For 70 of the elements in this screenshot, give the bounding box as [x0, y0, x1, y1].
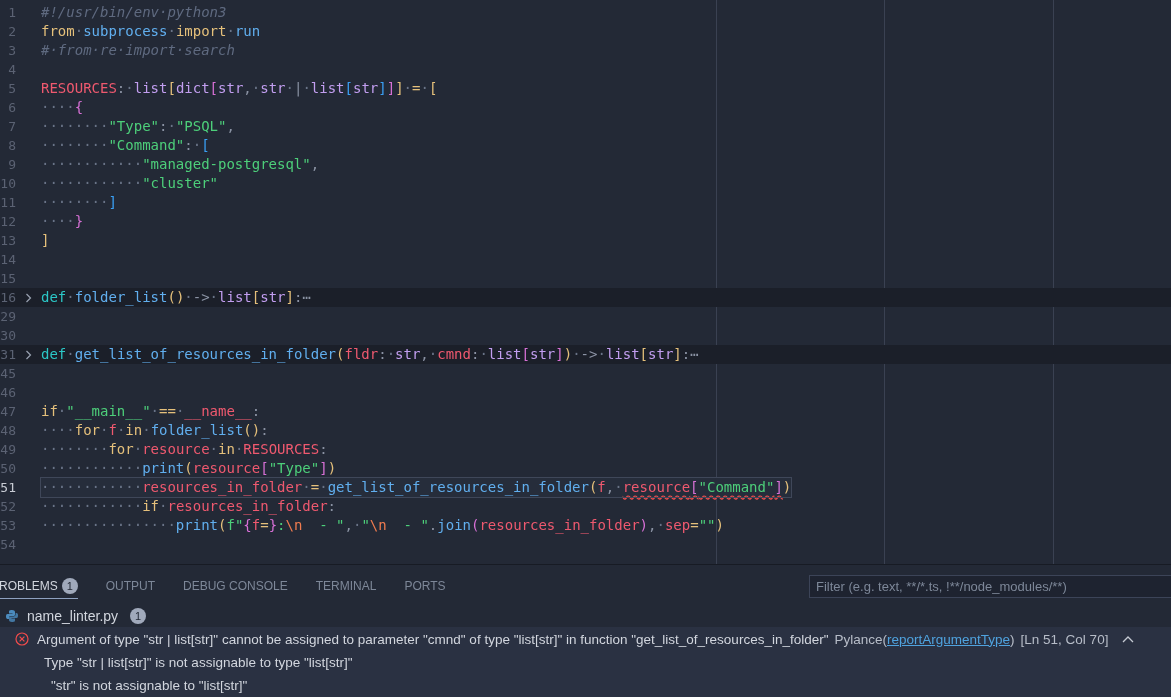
- line-number: 54: [0, 536, 16, 554]
- problem-detail: Type "str | list[str]" is not assignable to type "list[str]": [0, 651, 1171, 674]
- code-line: #!/usr/bin/env·python3: [41, 3, 227, 22]
- code-line: def·folder_list()·->·list[str]:⋯: [41, 288, 311, 307]
- line-number: 5: [7, 80, 16, 98]
- code-line: ········]: [41, 193, 117, 212]
- chevron-icon[interactable]: [25, 349, 32, 360]
- line-number: 49: [0, 441, 16, 459]
- code-line: ············"cluster": [41, 174, 218, 193]
- problem-location: [Ln 51, Col 70]: [1020, 631, 1109, 647]
- chevron-icon[interactable]: [25, 292, 32, 303]
- code-line: ········for·resource·in·RESOURCES:: [41, 440, 328, 459]
- line-number: 51: [0, 479, 16, 497]
- line-number: 50: [0, 460, 16, 478]
- line-number: 8: [7, 137, 16, 155]
- line-number: 48: [0, 422, 16, 440]
- code-line: def·get_list_of_resources_in_folder(fldr:·str,·cmnd:·list[str])·->·list[str]:⋯: [41, 345, 699, 364]
- line-number: 11: [0, 194, 16, 212]
- line-number: 12: [0, 213, 16, 231]
- code-line: ············if·resources_in_folder:: [41, 497, 337, 516]
- line-number: 52: [0, 498, 16, 516]
- line-number: 4: [7, 61, 16, 79]
- code-line: ········"Type":·"PSQL",: [41, 117, 235, 136]
- line-number: 13: [0, 232, 16, 250]
- code-line: RESOURCES:·list[dict[str,·str·|·list[str]]]·=·[: [41, 79, 438, 98]
- code-line: ················print(f"{f=}:\n - ",·"\n - ".join(resources_in_folder),·sep=""): [41, 516, 724, 535]
- line-number: 10: [0, 175, 16, 193]
- line-number: 30: [0, 327, 16, 345]
- code-line: ]: [41, 231, 50, 250]
- filter-field[interactable]: Filter (e.g. text, **/*.ts, !**/node_modules/**): [809, 574, 1171, 598]
- panel-tab[interactable]: PORTS: [404, 573, 446, 599]
- line-number: 2: [7, 23, 16, 41]
- panel-tab[interactable]: OUTPUT: [105, 573, 156, 599]
- code-line: from·subprocess·import·run: [41, 22, 261, 41]
- line-number: 7: [7, 118, 16, 136]
- line-number: 46: [0, 384, 16, 402]
- line-number: 14: [0, 251, 16, 269]
- code-line: if·"__main__"·==·__name__:: [41, 402, 261, 421]
- line-number: 15: [0, 270, 16, 288]
- problem-detail: "str" is not assignable to "list[str]": [0, 674, 1171, 697]
- paren: (: [882, 631, 887, 647]
- line-number: 1: [7, 4, 16, 22]
- code-line: ············"managed-postgresql",: [41, 155, 320, 174]
- line-number: 31: [0, 346, 16, 364]
- paren: ): [1010, 631, 1015, 647]
- line-number: 29: [0, 308, 16, 326]
- caret-icon[interactable]: [1122, 635, 1135, 643]
- problem-message: Argument of type "str | list[str]" cannot be assigned to parameter "cmnd" of type "list[str]" in function "get_list_of_resources_in_folder": [37, 631, 829, 647]
- problem-count: 1: [130, 608, 147, 624]
- panel-tab[interactable]: ROBLEMS 1: [0, 573, 78, 599]
- code-line: ············print(resource["Type"]): [41, 459, 337, 478]
- code-line: ····}: [41, 212, 84, 231]
- problem-source: Pylance: [834, 631, 883, 647]
- line-number: 47: [0, 403, 16, 421]
- line-number: 6: [7, 99, 16, 117]
- rule-link[interactable]: reportArgumentType: [887, 631, 1011, 647]
- line-number: 53: [0, 517, 16, 535]
- line-number: 3: [7, 42, 16, 60]
- code-line: #·from·re·import·search: [41, 41, 235, 60]
- line-number: 16: [0, 289, 16, 307]
- file-name[interactable]: name_linter.py: [27, 608, 119, 624]
- code-line: ····{: [41, 98, 84, 117]
- panel-tab[interactable]: DEBUG CONSOLE: [183, 573, 288, 599]
- code-line: ········"Command":·[: [41, 136, 210, 155]
- python-icon: [5, 609, 19, 623]
- line-number: 9: [7, 156, 16, 174]
- line-number: 45: [0, 365, 16, 383]
- error-icon: [15, 632, 29, 646]
- panel-tab[interactable]: TERMINAL: [315, 573, 377, 599]
- code-line: ····for·f·in·folder_list():: [41, 421, 269, 440]
